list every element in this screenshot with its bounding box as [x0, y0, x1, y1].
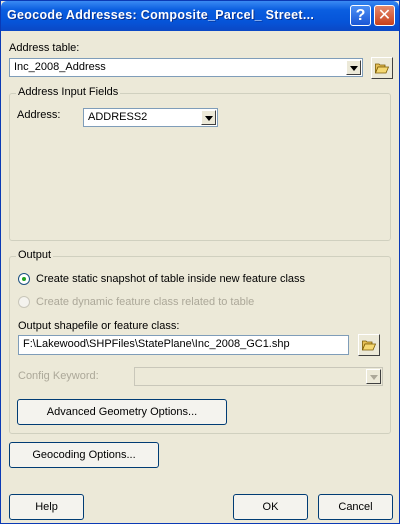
chevron-down-icon[interactable] [201, 110, 216, 125]
title-bar[interactable]: Geocode Addresses: Composite_Parcel_ Str… [1, 1, 399, 31]
address-table-value: Inc_2008_Address [14, 61, 106, 73]
output-shapefile-label: Output shapefile or feature class: [18, 320, 180, 332]
close-icon: ✕ [377, 7, 392, 24]
chevron-down-icon[interactable] [346, 60, 361, 75]
config-keyword-label: Config Keyword: [18, 370, 99, 382]
output-title: Output [16, 249, 54, 261]
radio-static-snapshot[interactable] [18, 273, 30, 285]
radio-dynamic-feature-class [18, 296, 30, 308]
question-icon: ? [355, 7, 366, 24]
output-shapefile-input[interactable]: F:\Lakewood\SHPFiles\StatePlane\Inc_2008… [18, 335, 349, 355]
ok-button[interactable]: OK [233, 494, 308, 520]
window-title: Geocode Addresses: Composite_Parcel_ Str… [7, 8, 315, 22]
help-button[interactable]: Help [9, 494, 84, 520]
chevron-down-icon [366, 369, 381, 384]
address-table-combo[interactable]: Inc_2008_Address [9, 58, 363, 77]
browse-address-table-button[interactable] [371, 57, 393, 79]
address-label: Address: [17, 109, 61, 121]
config-keyword-combo [134, 367, 383, 386]
address-field-combo[interactable]: ADDRESS2 [83, 108, 218, 127]
address-field-value: ADDRESS2 [88, 111, 148, 123]
radio-dynamic-feature-class-label: Create dynamic feature class related to … [36, 296, 255, 308]
radio-static-snapshot-label[interactable]: Create static snapshot of table inside n… [36, 273, 305, 285]
close-button[interactable]: ✕ [374, 5, 395, 26]
folder-open-icon [362, 340, 376, 351]
cancel-button[interactable]: Cancel [318, 494, 393, 520]
advanced-geometry-options-button[interactable]: Advanced Geometry Options... [17, 399, 227, 425]
browse-output-button[interactable] [358, 334, 380, 356]
address-input-fields-title: Address Input Fields [16, 86, 121, 98]
output-shapefile-value: F:\Lakewood\SHPFiles\StatePlane\Inc_2008… [23, 338, 290, 350]
geocoding-options-button[interactable]: Geocoding Options... [9, 442, 159, 468]
address-table-label: Address table: [9, 42, 80, 54]
geocode-addresses-dialog: Geocode Addresses: Composite_Parcel_ Str… [0, 0, 400, 524]
help-title-button[interactable]: ? [350, 5, 371, 26]
folder-open-icon [375, 63, 389, 74]
